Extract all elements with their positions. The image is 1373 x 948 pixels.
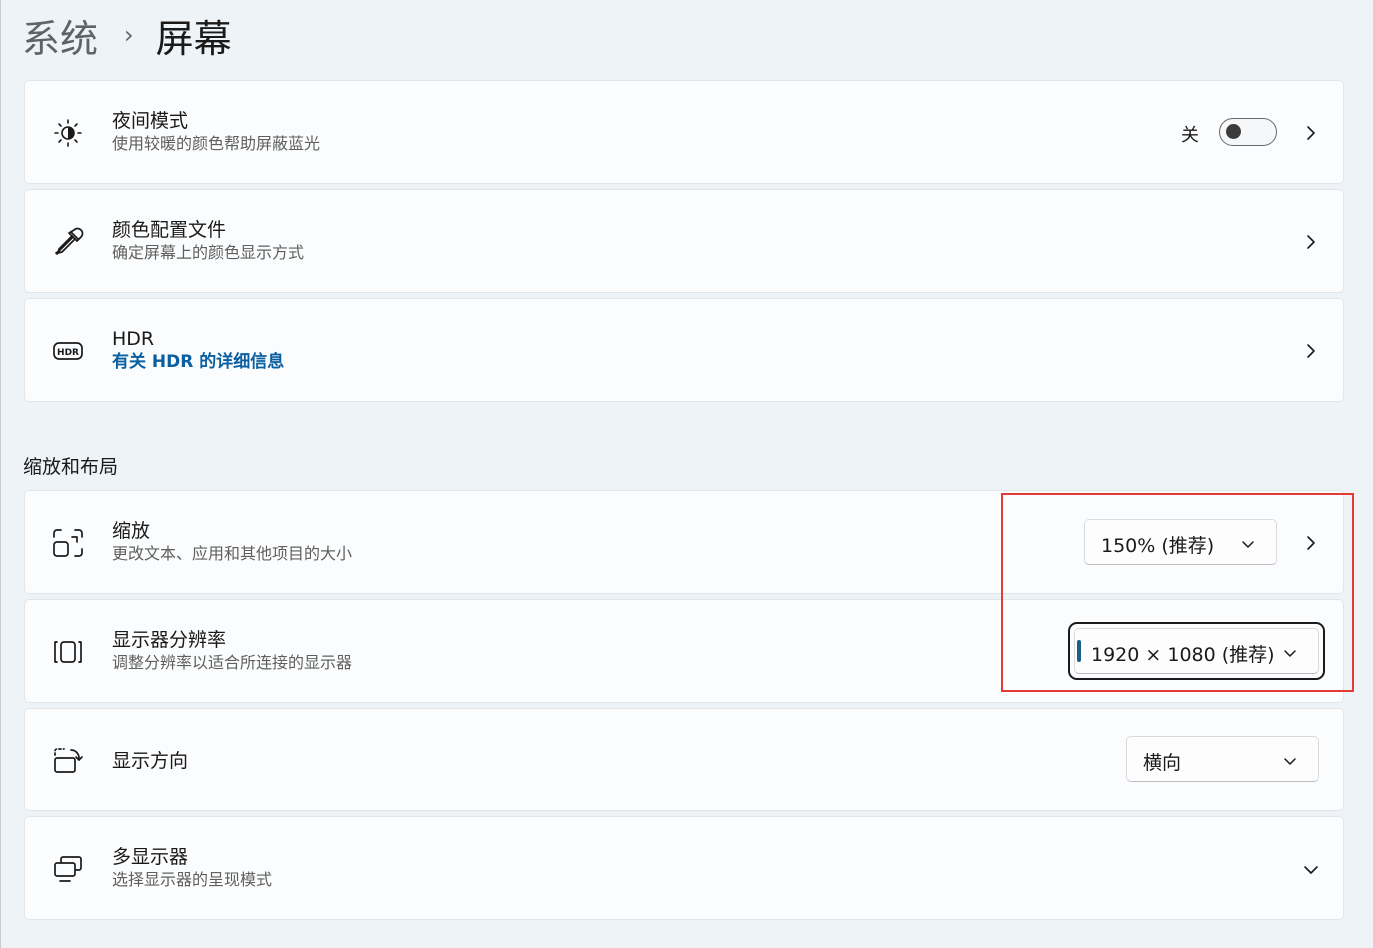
multi-monitor-icon bbox=[52, 853, 84, 885]
orientation-title: 显示方向 bbox=[112, 750, 189, 772]
chevron-right-icon[interactable] bbox=[1303, 125, 1319, 141]
hdr-learn-more-link[interactable]: 有关 HDR 的详细信息 bbox=[112, 351, 284, 373]
multiple-displays-subtitle: 选择显示器的呈现模式 bbox=[112, 870, 273, 889]
orientation-card[interactable]: 显示方向 横向 bbox=[24, 708, 1344, 811]
multiple-displays-title: 多显示器 bbox=[112, 846, 189, 868]
scale-subtitle: 更改文本、应用和其他项目的大小 bbox=[112, 544, 353, 563]
svg-text:HDR: HDR bbox=[57, 348, 79, 358]
brightness-icon bbox=[52, 117, 84, 149]
breadcrumb-parent-system[interactable]: 系统 bbox=[22, 8, 98, 63]
breadcrumb: 系统 › 屏幕 bbox=[22, 6, 232, 64]
chevron-right-icon[interactable] bbox=[1303, 343, 1319, 359]
scale-title: 缩放 bbox=[112, 520, 151, 542]
resolution-icon bbox=[52, 636, 84, 668]
annotation-highlight-box bbox=[1001, 493, 1354, 692]
chevron-right-icon[interactable] bbox=[1303, 234, 1319, 250]
chevron-down-icon bbox=[1282, 752, 1298, 768]
night-light-toggle-state: 关 bbox=[1181, 125, 1199, 146]
night-light-card[interactable]: 夜间模式 使用较暖的颜色帮助屏蔽蓝光 关 bbox=[24, 80, 1344, 184]
color-profile-title: 颜色配置文件 bbox=[112, 219, 227, 241]
night-light-toggle[interactable] bbox=[1219, 118, 1277, 146]
hdr-card[interactable]: HDR HDR 有关 HDR 的详细信息 bbox=[24, 298, 1344, 402]
resolution-subtitle: 调整分辨率以适合所连接的显示器 bbox=[112, 653, 353, 672]
toggle-knob bbox=[1226, 124, 1241, 139]
page-title: 屏幕 bbox=[155, 16, 232, 61]
orientation-dropdown-value: 横向 bbox=[1143, 752, 1182, 774]
resolution-title: 显示器分辨率 bbox=[112, 629, 227, 651]
hdr-icon: HDR bbox=[52, 335, 84, 367]
multiple-displays-card[interactable]: 多显示器 选择显示器的呈现模式 bbox=[24, 816, 1344, 920]
section-heading-scale-layout: 缩放和布局 bbox=[23, 456, 119, 478]
eyedropper-icon bbox=[52, 226, 84, 258]
scale-icon bbox=[52, 527, 84, 559]
window-edge bbox=[0, 0, 1, 948]
orientation-dropdown[interactable]: 横向 bbox=[1126, 736, 1319, 782]
hdr-title: HDR bbox=[112, 328, 155, 350]
breadcrumb-separator: › bbox=[124, 21, 134, 49]
night-light-subtitle: 使用较暖的颜色帮助屏蔽蓝光 bbox=[112, 134, 321, 153]
rotate-display-icon bbox=[52, 745, 84, 777]
color-profile-card[interactable]: 颜色配置文件 确定屏幕上的颜色显示方式 bbox=[24, 189, 1344, 293]
chevron-down-icon[interactable] bbox=[1303, 862, 1319, 878]
night-light-title: 夜间模式 bbox=[112, 110, 189, 132]
color-profile-subtitle: 确定屏幕上的颜色显示方式 bbox=[112, 243, 305, 262]
